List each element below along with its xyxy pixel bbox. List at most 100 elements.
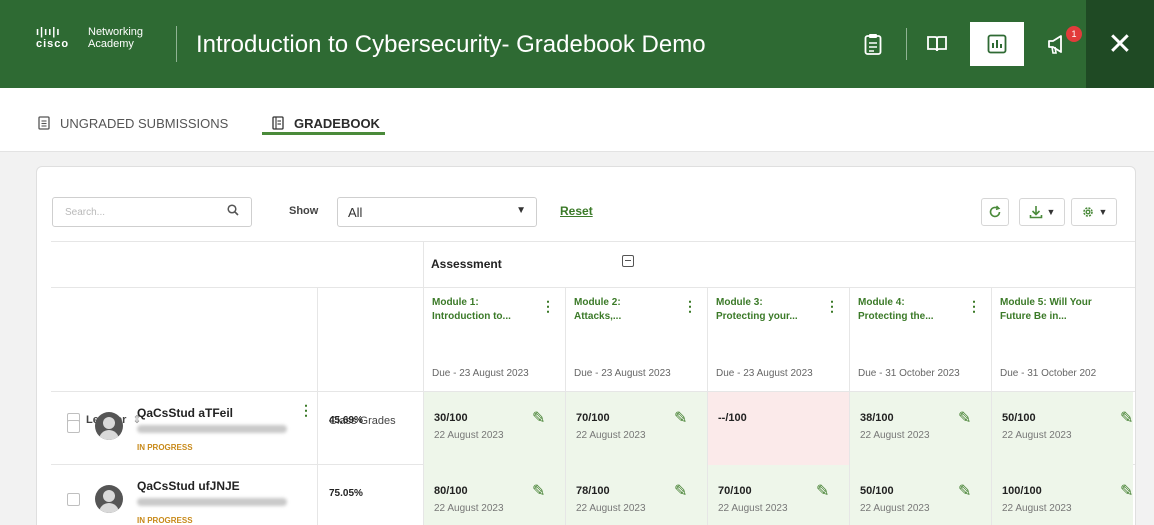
- module-due-date: Due - 31 October 202: [1000, 368, 1097, 379]
- chart-icon[interactable]: [970, 22, 1024, 66]
- close-button[interactable]: ✕: [1086, 0, 1154, 88]
- grade-value: 30/100: [434, 412, 468, 424]
- module-due-date: Due - 31 October 2023: [858, 368, 960, 379]
- status-badge: IN PROGRESS: [137, 516, 193, 525]
- clipboard-icon[interactable]: [858, 24, 888, 64]
- module-title[interactable]: Module 5: Will Your Future Be in...: [1000, 296, 1092, 324]
- grade-date: 22 August 2023: [434, 430, 504, 441]
- logo-line-2: Academy: [88, 38, 134, 50]
- active-tab-indicator: [262, 132, 385, 135]
- grade-value: 70/100: [576, 412, 610, 424]
- grade-value: 50/100: [860, 485, 894, 497]
- module-title-line-2: Introduction to...: [432, 311, 511, 322]
- grade-value: 78/100: [576, 485, 610, 497]
- learner-email-redacted: [137, 425, 287, 433]
- grade-cell[interactable]: 50/100 22 August 2023 ✎: [850, 465, 991, 525]
- edit-pencil-icon[interactable]: ✎: [532, 481, 545, 501]
- edit-pencil-icon[interactable]: ✎: [958, 481, 971, 501]
- settings-button[interactable]: ▼: [1071, 198, 1117, 226]
- row-checkbox[interactable]: [67, 420, 80, 433]
- grade-cell[interactable]: 70/100 22 August 2023 ✎: [566, 392, 707, 466]
- learner-name[interactable]: QaCsStud aTFeil: [137, 406, 233, 420]
- gear-icon: [1082, 207, 1093, 217]
- module-due-date: Due - 23 August 2023: [574, 368, 671, 379]
- grade-cell[interactable]: --/100: [708, 392, 849, 466]
- module-title[interactable]: Module 3: Protecting your...: [716, 296, 798, 324]
- search-icon[interactable]: [227, 204, 239, 219]
- module-title[interactable]: Module 1: Introduction to...: [432, 296, 511, 324]
- column-menu-icon[interactable]: ⋮: [683, 299, 697, 313]
- grade-cell[interactable]: 38/100 22 August 2023 ✎: [850, 392, 991, 466]
- edit-pencil-icon[interactable]: ✎: [674, 408, 687, 428]
- avatar: [95, 485, 123, 513]
- edit-pencil-icon[interactable]: ✎: [674, 481, 687, 501]
- module-title-line-1: Module 1:: [432, 297, 479, 308]
- grade-cell[interactable]: 78/100 22 August 2023 ✎: [566, 465, 707, 525]
- grade-cell[interactable]: 80/100 22 August 2023 ✎: [424, 465, 565, 525]
- grade-date: 22 August 2023: [718, 503, 788, 514]
- header-divider: [906, 28, 907, 60]
- cisco-bars-icon: ı|ıı|ı: [36, 26, 61, 38]
- grade-date: 22 August 2023: [576, 430, 646, 441]
- grade-cell[interactable]: 70/100 22 August 2023 ✎: [708, 465, 849, 525]
- column-menu-icon[interactable]: ⋮: [967, 299, 981, 313]
- gradebook-table: Assessment Learner ⇕ ⋮ Class Grades Modu…: [51, 241, 1135, 525]
- show-label: Show: [289, 205, 319, 217]
- logo-text: Networking Academy: [88, 26, 143, 50]
- edit-pencil-icon[interactable]: ✎: [532, 408, 545, 428]
- grade-value: 38/100: [860, 412, 894, 424]
- column-divider: [317, 287, 318, 525]
- edit-pencil-icon[interactable]: ✎: [816, 481, 829, 501]
- collapse-icon[interactable]: [622, 255, 634, 267]
- grade-value: 50/100: [1002, 412, 1036, 424]
- tab-bar: UNGRADED SUBMISSIONS GRADEBOOK: [0, 88, 1154, 152]
- column-menu-icon[interactable]: ⋮: [825, 299, 839, 313]
- grade-cell[interactable]: 100/100 22 August 2023 ✎: [992, 465, 1133, 525]
- tab-ungraded-submissions[interactable]: UNGRADED SUBMISSIONS: [38, 108, 228, 138]
- tab-label: GRADEBOOK: [294, 115, 380, 131]
- status-badge: IN PROGRESS: [137, 443, 193, 452]
- module-title-line-1: Module 2:: [574, 297, 621, 308]
- module-title-line-2: Future Be in...: [1000, 311, 1067, 322]
- column-menu-icon[interactable]: ⋮: [299, 403, 313, 417]
- edit-pencil-icon[interactable]: ✎: [1120, 481, 1133, 501]
- grade-cell[interactable]: 50/100 22 August 2023 ✎: [992, 392, 1133, 466]
- grade-date: 22 August 2023: [434, 503, 504, 514]
- grade-value: 70/100: [718, 485, 752, 497]
- notification-badge: 1: [1066, 26, 1082, 42]
- document-icon: [38, 116, 50, 130]
- cisco-networking-academy-logo[interactable]: ı|ıı|ı cisco Networking Academy: [36, 26, 143, 50]
- grade-date: 22 August 2023: [1002, 430, 1072, 441]
- grade-date: 22 August 2023: [1002, 503, 1072, 514]
- module-title[interactable]: Module 2: Attacks,...: [574, 296, 621, 324]
- avatar: [95, 412, 123, 440]
- table-border: [51, 241, 1135, 242]
- grade-value: 100/100: [1002, 485, 1042, 497]
- reset-link[interactable]: Reset: [560, 204, 593, 218]
- download-button[interactable]: ▼: [1019, 198, 1065, 226]
- header-divider: [176, 26, 177, 62]
- column-menu-icon[interactable]: ⋮: [541, 299, 555, 313]
- chevron-down-icon: ▼: [516, 205, 526, 216]
- gradebook-card: Search... Show All ▼ Reset ▼ ▼ Assessmen…: [36, 166, 1136, 525]
- module-title[interactable]: Module 4: Protecting the...: [858, 296, 934, 324]
- page-title: Introduction to Cybersecurity- Gradebook…: [196, 31, 706, 58]
- show-select[interactable]: All ▼: [337, 197, 537, 227]
- logo-line-1: Networking: [88, 26, 144, 38]
- row-checkbox[interactable]: [67, 493, 80, 506]
- book-icon[interactable]: [922, 24, 952, 64]
- edit-pencil-icon[interactable]: ✎: [958, 408, 971, 428]
- download-icon: [1029, 206, 1042, 219]
- grade-cell[interactable]: 30/100 22 August 2023 ✎: [424, 392, 565, 466]
- module-title-line-1: Module 5: Will Your: [1000, 297, 1092, 308]
- grade-date: 22 August 2023: [860, 503, 930, 514]
- search-input[interactable]: Search...: [52, 197, 252, 227]
- show-selected-value: All: [348, 205, 363, 220]
- refresh-button[interactable]: [981, 198, 1009, 226]
- learner-email-redacted: [137, 498, 287, 506]
- module-title-line-2: Protecting the...: [858, 311, 934, 322]
- tab-label: UNGRADED SUBMISSIONS: [60, 115, 229, 131]
- module-due-date: Due - 23 August 2023: [432, 368, 529, 379]
- edit-pencil-icon[interactable]: ✎: [1120, 408, 1133, 428]
- learner-name[interactable]: QaCsStud ufJNJE: [137, 479, 240, 493]
